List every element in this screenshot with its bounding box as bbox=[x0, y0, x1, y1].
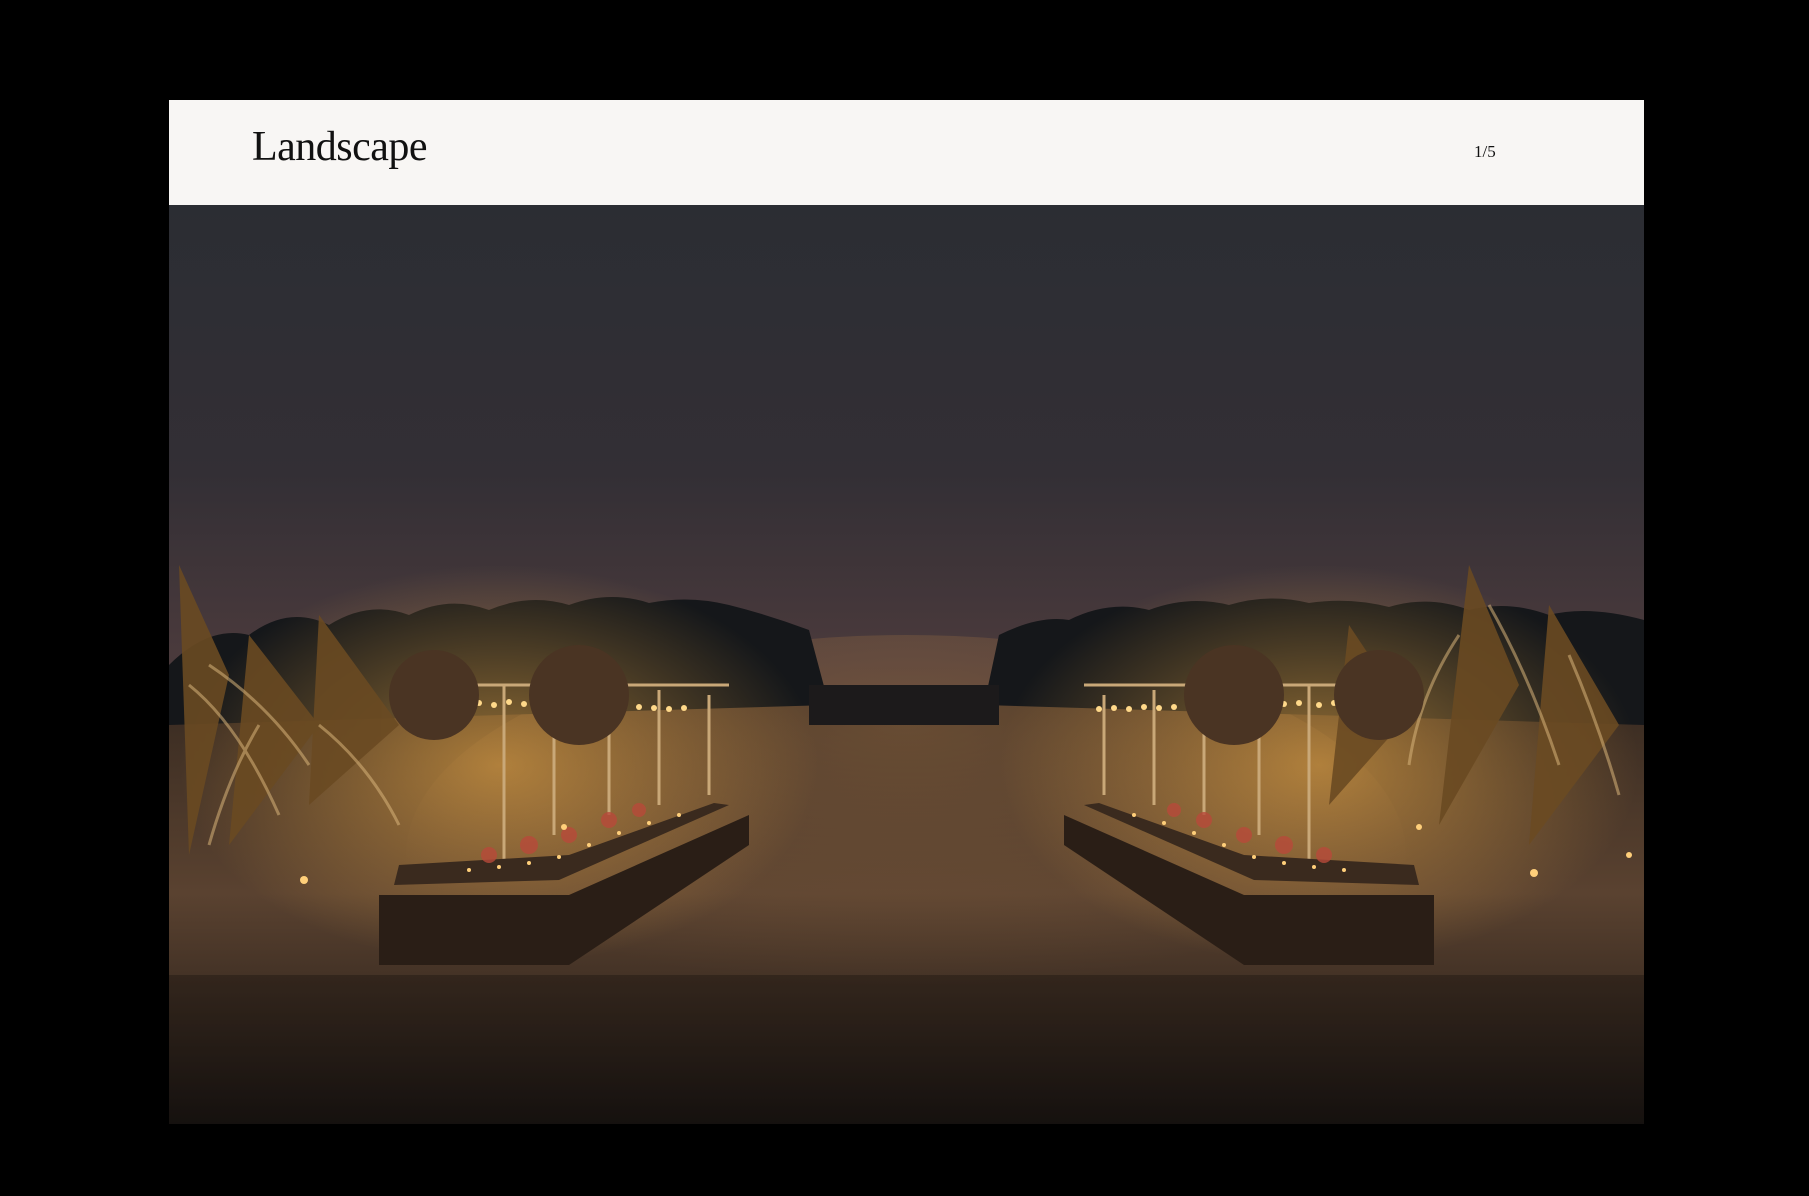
slide-title: Landscape bbox=[252, 124, 428, 170]
landscape-photo[interactable] bbox=[169, 205, 1644, 1124]
slide-header: Landscape 1/5 bbox=[169, 100, 1644, 205]
photo-image bbox=[169, 205, 1644, 1124]
gallery-slide: Landscape 1/5 bbox=[169, 100, 1644, 1124]
slide-counter[interactable]: 1/5 bbox=[1474, 143, 1496, 160]
